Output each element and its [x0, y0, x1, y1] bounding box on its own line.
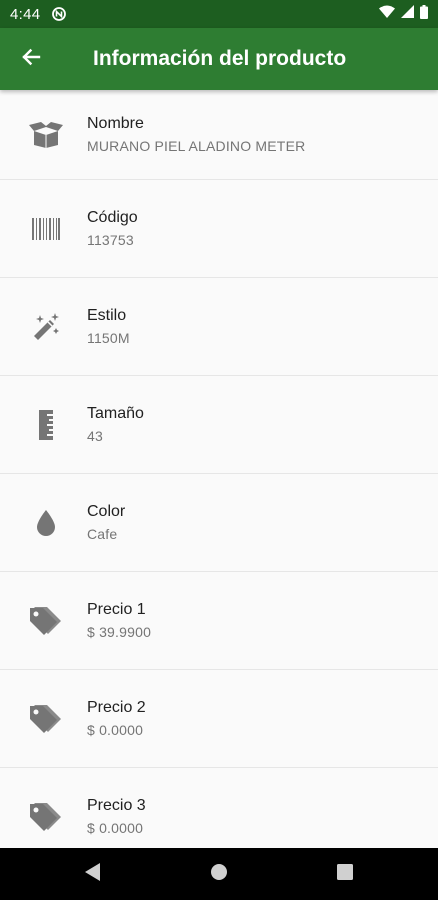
status-bar: 4:44: [0, 0, 438, 28]
item-value: $ 39.9900: [87, 624, 152, 640]
item-label: Código: [87, 209, 138, 226]
tags-icon: [28, 799, 64, 835]
list-item-precio-1: Precio 1 $ 39.9900: [0, 572, 438, 670]
list-item-precio-3: Precio 3 $ 0.0000: [0, 768, 438, 848]
notification-icon: [52, 7, 67, 21]
battery-icon: [420, 4, 428, 24]
list-item-color: Color Cafe: [0, 474, 438, 572]
item-value: 1150M: [87, 330, 130, 346]
item-label: Tamaño: [87, 405, 144, 422]
item-label: Color: [87, 503, 126, 520]
list-item-estilo: Estilo 1150M: [0, 278, 438, 376]
item-value: $ 0.0000: [87, 722, 144, 738]
magic-wand-icon: [28, 309, 64, 345]
back-button[interactable]: [0, 28, 62, 90]
nav-recents-button[interactable]: [325, 854, 365, 894]
nav-back-button[interactable]: [73, 854, 113, 894]
tags-icon: [28, 603, 64, 639]
back-triangle-icon: [85, 862, 101, 886]
recents-square-icon: [337, 863, 353, 885]
product-info-list: Nombre MURANO PIEL ALADINO METER Código …: [0, 90, 438, 848]
box-icon: [28, 117, 64, 153]
tags-icon: [28, 701, 64, 737]
item-label: Precio 1: [87, 601, 146, 618]
list-item-precio-2: Precio 2 $ 0.0000: [0, 670, 438, 768]
item-value: Cafe: [87, 526, 118, 542]
item-value: MURANO PIEL ALADINO METER: [87, 138, 306, 154]
item-label: Precio 3: [87, 797, 146, 814]
wifi-icon: [379, 5, 395, 23]
status-time: 4:44: [10, 5, 41, 23]
ruler-icon: [28, 407, 64, 443]
list-item-nombre: Nombre MURANO PIEL ALADINO METER: [0, 90, 438, 180]
page-title: Información del producto: [93, 47, 347, 70]
item-value: 113753: [87, 232, 134, 248]
nav-home-button[interactable]: [199, 854, 239, 894]
list-item-codigo: Código 113753: [0, 180, 438, 278]
item-value: $ 0.0000: [87, 820, 144, 836]
home-circle-icon: [210, 863, 228, 886]
system-nav-bar: [0, 848, 438, 900]
drop-icon: [28, 505, 64, 541]
arrow-back-icon: [21, 47, 41, 72]
item-label: Nombre: [87, 115, 144, 132]
item-label: Precio 2: [87, 699, 146, 716]
signal-icon: [401, 5, 414, 23]
barcode-icon: [28, 211, 64, 247]
list-item-tamano: Tamaño 43: [0, 376, 438, 474]
app-bar: Información del producto: [0, 28, 438, 90]
item-label: Estilo: [87, 307, 127, 324]
item-value: 43: [87, 428, 103, 444]
